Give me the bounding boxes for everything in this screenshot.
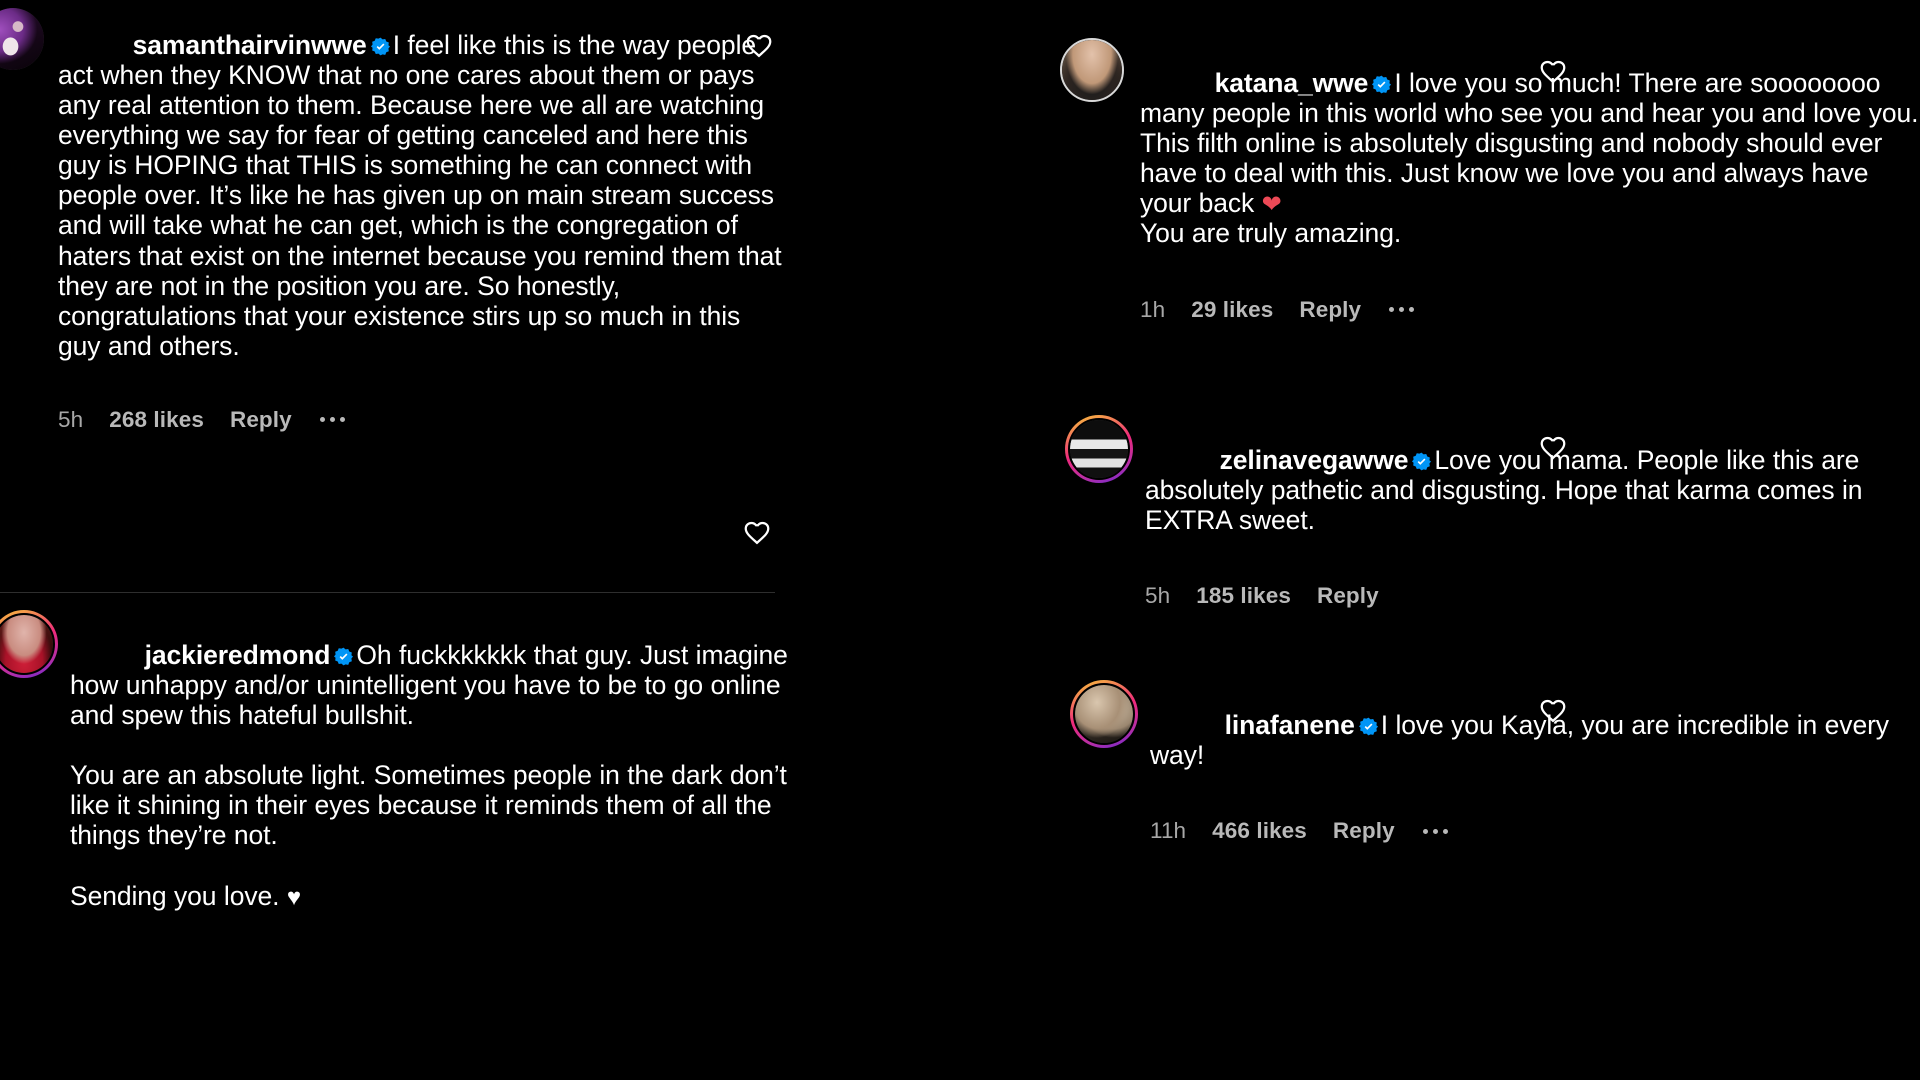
like-heart-button-jackieredmond[interactable] (742, 517, 772, 547)
more-options-icon[interactable] (1421, 823, 1450, 840)
avatar-samanthairvinwwe[interactable] (0, 8, 44, 70)
avatar-image-placeholder (1075, 685, 1133, 743)
comment-reply-button[interactable]: Reply (1299, 297, 1361, 323)
verified-badge-icon (1372, 75, 1392, 94)
like-heart-button-linafanene[interactable] (1538, 695, 1568, 725)
username-linafanene[interactable]: linafanene (1225, 710, 1355, 740)
avatar-ring (1060, 38, 1124, 102)
avatar-ring-gradient (1065, 415, 1133, 483)
verified-badge-icon (1358, 717, 1378, 736)
instagram-comments-screen: samanthairvinwwe I feel like this is the … (0, 0, 1920, 1080)
white-heart-emoji: ♥ (286, 883, 301, 911)
comment-time: 11h (1150, 818, 1187, 844)
comment-meta-katana_wwe: 1h 29 likes Reply (1140, 297, 1920, 323)
avatar-zelinavegawwe[interactable] (1068, 418, 1130, 480)
comment-text-samanthairvinwwe: I feel like this is the way people act w… (58, 30, 789, 361)
avatar-wrap-katana_wwe (1060, 38, 1124, 102)
comment-time: 5h (1145, 583, 1171, 609)
comment-reply-button[interactable]: Reply (1317, 583, 1379, 609)
avatar-wrap-jackieredmond (0, 610, 58, 678)
comment-divider (0, 592, 775, 593)
comment-body-katana_wwe: katana_wwe I love you so much! There are … (1140, 38, 1920, 323)
comment-meta-samanthairvinwwe: 5h 268 likes Reply (58, 407, 782, 433)
more-options-icon[interactable] (1387, 301, 1416, 318)
comment-samanthairvinwwe: samanthairvinwwe I feel like this is the … (0, 0, 782, 433)
avatar-image-placeholder (1070, 420, 1128, 478)
like-heart-button-zelinavegawwe[interactable] (1538, 432, 1568, 462)
avatar-ring-gradient (0, 610, 58, 678)
avatar-jackieredmond[interactable] (0, 613, 55, 675)
comment-time: 5h (58, 406, 84, 432)
comment-meta-linafanene: 11h 466 likes Reply (1150, 818, 1920, 844)
avatar-image-placeholder (0, 8, 44, 70)
avatar-linafanene[interactable] (1073, 683, 1135, 745)
more-options-icon[interactable] (318, 411, 347, 428)
comment-linafanene: linafanene I love you Kayla, you are incr… (1070, 680, 1920, 844)
avatar-ring-gradient (1070, 680, 1138, 748)
verified-badge-icon (334, 647, 354, 666)
comment-meta-zelinavegawwe: 5h 185 likes Reply (1145, 583, 1920, 609)
comment-likes[interactable]: 29 likes (1191, 297, 1273, 323)
comment-time: 1h (1140, 296, 1166, 322)
username-jackieredmond[interactable]: jackieredmond (145, 640, 331, 670)
comment-text-row-jackieredmond: jackieredmond Oh fuckkkkkkk that guy. Jus… (70, 610, 790, 941)
comment-likes[interactable]: 268 likes (109, 407, 204, 433)
comment-text-row-samanthairvinwwe: samanthairvinwwe I feel like this is the … (58, 0, 782, 391)
comment-body-jackieredmond: jackieredmond Oh fuckkkkkkk that guy. Jus… (70, 610, 790, 941)
comment-reply-button[interactable]: Reply (1333, 818, 1395, 844)
comment-body-zelinavegawwe: zelinavegawwe Love you mama. People like … (1145, 415, 1920, 609)
red-heart-emoji: ❤ (1261, 191, 1282, 219)
comment-text-katana_wwe-tail: You are truly amazing. (1140, 218, 1402, 249)
comment-likes[interactable]: 466 likes (1212, 818, 1307, 844)
comment-text-row-katana_wwe: katana_wwe I love you so much! There are … (1140, 38, 1920, 279)
comment-body-samanthairvinwwe: samanthairvinwwe I feel like this is the … (58, 0, 782, 433)
avatar-wrap-zelinavegawwe (1065, 415, 1133, 483)
username-samanthairvinwwe[interactable]: samanthairvinwwe (133, 30, 367, 60)
username-katana_wwe[interactable]: katana_wwe (1215, 68, 1369, 98)
comment-reply-button[interactable]: Reply (230, 407, 292, 433)
username-zelinavegawwe[interactable]: zelinavegawwe (1220, 445, 1409, 475)
comment-text-row-linafanene: linafanene I love you Kayla, you are incr… (1150, 680, 1920, 800)
avatar-wrap-linafanene (1070, 680, 1138, 748)
verified-badge-icon (370, 37, 390, 56)
comment-text-jackieredmond: Oh fuckkkkkkk that guy. Just imagine how… (70, 640, 788, 911)
verified-badge-icon (1412, 452, 1432, 471)
avatar-ring (0, 8, 44, 70)
comment-zelinavegawwe: zelinavegawwe Love you mama. People like … (1065, 415, 1920, 609)
avatar-image-placeholder (1062, 40, 1122, 100)
comment-likes[interactable]: 185 likes (1196, 583, 1291, 609)
comment-text-row-zelinavegawwe: zelinavegawwe Love you mama. People like … (1145, 415, 1920, 565)
comment-katana_wwe: katana_wwe I love you so much! There are … (1060, 38, 1920, 323)
avatar-wrap-samanthairvinwwe (0, 8, 44, 70)
like-heart-button-katana_wwe[interactable] (1538, 56, 1568, 86)
comment-body-linafanene: linafanene I love you Kayla, you are incr… (1150, 680, 1920, 844)
avatar-image-placeholder (0, 615, 53, 673)
comment-jackieredmond: jackieredmond Oh fuckkkkkkk that guy. Jus… (0, 610, 790, 941)
avatar-katana_wwe[interactable] (1060, 38, 1124, 102)
like-heart-button-samanthairvinwwe[interactable] (744, 30, 774, 60)
